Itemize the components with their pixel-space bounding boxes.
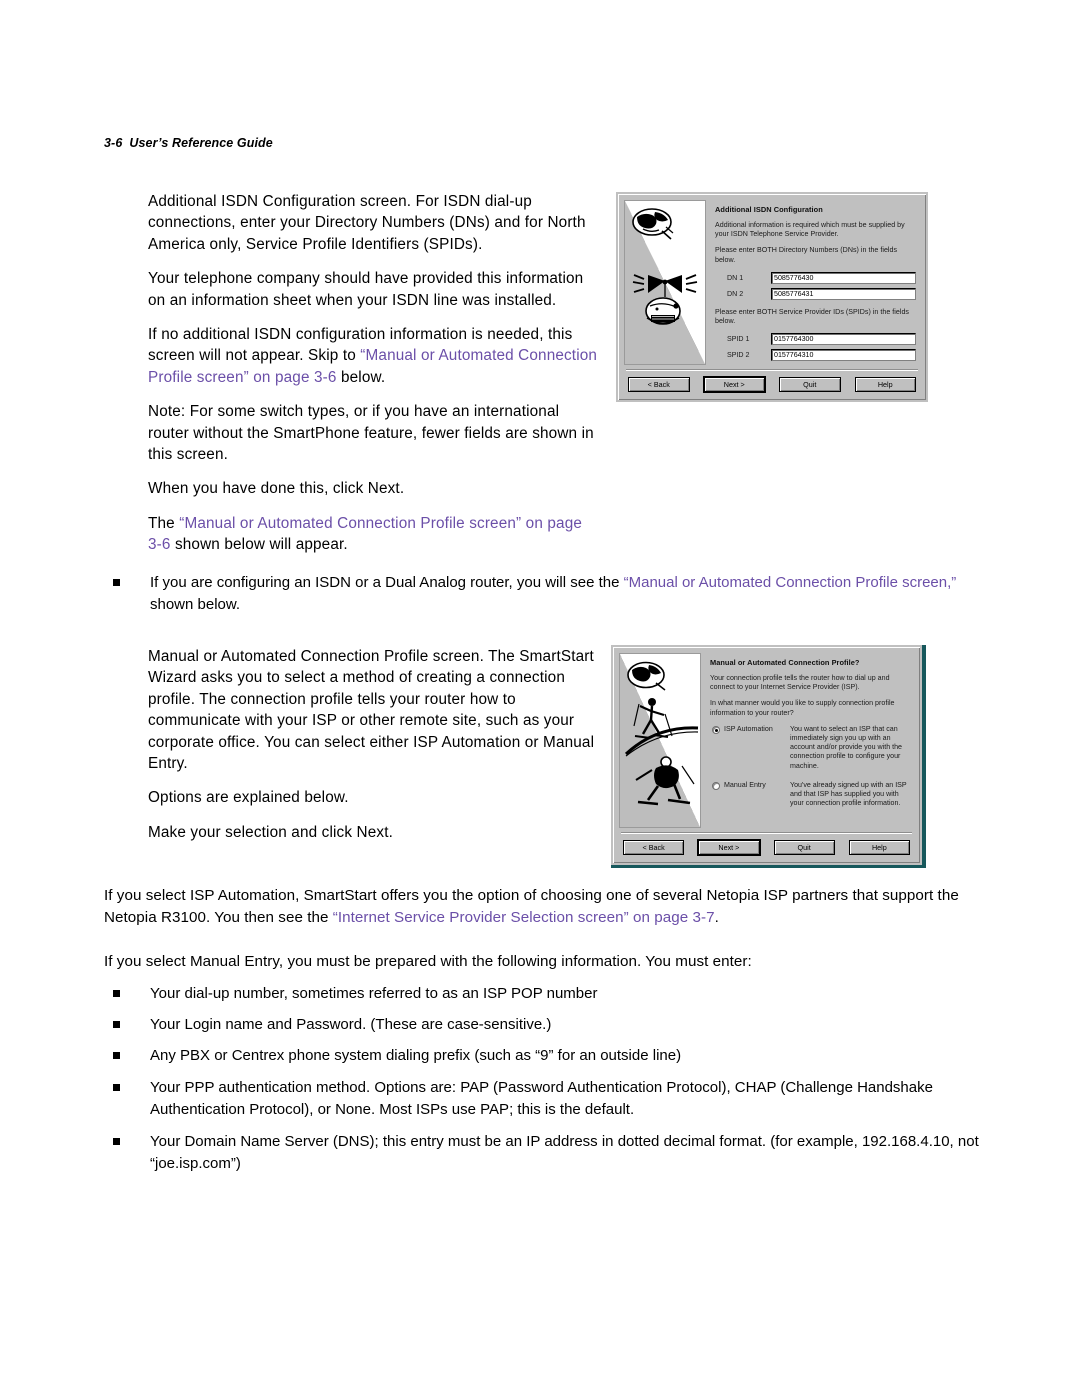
bullet-text: Your dial-up number, sometimes referred … — [150, 985, 598, 1002]
radio-manual-entry[interactable] — [712, 781, 720, 790]
radio-isp-automation[interactable] — [712, 725, 720, 734]
dn1-label: DN 1 — [727, 273, 744, 282]
dialog-content: Additional ISDN Configuration Additional… — [706, 200, 920, 365]
dialog-heading: Manual or Automated Connection Profile? — [710, 658, 860, 667]
paragraph-no-additional-config: If no additional ISDN configuration info… — [148, 324, 600, 388]
bullet-square-icon — [113, 579, 120, 586]
text-post: shown below will appear. — [170, 536, 348, 554]
back-button[interactable]: < Back — [628, 377, 690, 392]
bullet-square-icon — [113, 1052, 120, 1059]
dn2-row: DN 2 5085776431 — [715, 287, 916, 300]
paragraph-manual-entry-intro: If you select Manual Entry, you must be … — [104, 953, 752, 970]
option-label-group: ISP Automation — [710, 725, 786, 771]
cross-reference-link[interactable]: “Manual or Automated Connection Profile … — [624, 574, 957, 591]
paragraph-isdn-config: Additional ISDN Configuration screen. Fo… — [148, 193, 586, 253]
option-description: You want to select an ISP that can immed… — [790, 724, 902, 770]
bullet-square-icon — [113, 1084, 120, 1091]
bullet-square-icon — [113, 990, 120, 997]
paragraph-profile-screen-desc: Manual or Automated Connection Profile s… — [148, 648, 595, 773]
globe-ball-icon — [632, 208, 674, 240]
figure-connection-profile-dialog: Manual or Automated Connection Profile? … — [611, 645, 922, 865]
dialog-button-row: < Back Next > Quit Help — [619, 833, 914, 857]
option-label: Manual Entry — [724, 780, 766, 789]
quit-button[interactable]: Quit — [779, 377, 841, 392]
spid2-input[interactable]: 0157764310 — [771, 349, 916, 362]
spid1-input[interactable]: 0157764300 — [771, 333, 916, 346]
text-post: shown below. — [150, 595, 241, 613]
bullet-square-icon — [113, 1138, 120, 1145]
document-page: 3-6 User’s Reference Guide Additional ISD… — [0, 0, 1080, 1397]
option-label-group: Manual Entry — [710, 781, 786, 809]
list-item: Your PPP authentication method. Options … — [104, 1077, 984, 1120]
spid1-label: SPID 1 — [727, 335, 750, 344]
list-item: Your Login name and Password. (These are… — [104, 1014, 984, 1036]
dialog-intro-text: Additional information is required which… — [715, 221, 905, 239]
paragraph-screen-will-appear: The “Manual or Automated Connection Prof… — [148, 513, 600, 556]
wizard-illustration-panel — [624, 200, 706, 366]
list-item: Your dial-up number, sometimes referred … — [104, 983, 984, 1005]
bullet-text: Your Domain Name Server (DNS); this entr… — [150, 1133, 979, 1172]
paragraph-isp-automation: If you select ISP Automation, SmartStart… — [104, 885, 984, 929]
bowtie-character-icon — [632, 274, 698, 325]
next-button[interactable]: Next > — [703, 377, 765, 392]
bullet-text: Your Login name and Password. (These are… — [150, 1016, 552, 1033]
dn-prompt-text: Please enter BOTH Directory Numbers (DNs… — [715, 246, 898, 264]
skier-figures-icon — [624, 698, 699, 806]
list-item: Your Domain Name Server (DNS); this entr… — [104, 1131, 984, 1174]
spid2-row: SPID 2 0157764310 — [715, 349, 916, 362]
text-post: below. — [336, 368, 386, 386]
cross-reference-link[interactable]: “Internet Service Provider Selection scr… — [333, 909, 715, 926]
spid-prompt-text: Please enter BOTH Service Provider IDs (… — [715, 307, 909, 326]
bullet-text: Any PBX or Centrex phone system dialing … — [150, 1047, 682, 1064]
bullet-text: If you are configuring an ISDN or a Dual… — [150, 572, 984, 615]
paragraph-options-explained: Options are explained below. — [148, 789, 349, 807]
help-button[interactable]: Help — [848, 840, 910, 855]
next-button[interactable]: Next > — [698, 840, 760, 855]
guide-title: User’s Reference Guide — [129, 136, 273, 150]
figure-additional-isdn-configuration-dialog: Additional ISDN Configuration Additional… — [616, 192, 928, 402]
help-button[interactable]: Help — [854, 377, 916, 392]
bullet-square-icon — [113, 1021, 120, 1028]
back-button[interactable]: < Back — [623, 840, 685, 855]
dn1-input[interactable]: 5085776430 — [771, 271, 916, 284]
dn1-row: DN 1 5085776430 — [715, 271, 916, 284]
paragraph-click-next: When you have done this, click Next. — [148, 480, 405, 498]
dialog-button-row: < Back Next > Quit Help — [624, 370, 920, 394]
list-item: Any PBX or Centrex phone system dialing … — [104, 1045, 984, 1067]
wizard-illustration-panel — [619, 653, 701, 828]
quit-button[interactable]: Quit — [773, 840, 835, 855]
paragraph-telephone-company: Your telephone company should have provi… — [148, 270, 584, 309]
bullet-text: Your PPP authentication method. Options … — [150, 1079, 933, 1118]
text-pre: If you are configuring an ISDN or a Dual… — [150, 574, 624, 591]
dn2-label: DN 2 — [727, 289, 744, 298]
page-number: 3-6 — [104, 136, 123, 150]
body-column-middle: Manual or Automated Connection Profile s… — [148, 646, 600, 843]
page-header: 3-6 User’s Reference Guide — [104, 136, 273, 150]
option-isp-automation[interactable]: ISP Automation You want to select an ISP… — [710, 725, 910, 771]
spid2-label: SPID 2 — [727, 351, 750, 360]
globe-ball-icon — [627, 661, 666, 691]
dn2-input[interactable]: 5085776431 — [771, 287, 916, 300]
dialog-question-text: In what manner would you like to supply … — [710, 699, 895, 717]
option-description: You've already signed up with an ISP and… — [790, 780, 907, 808]
text-post: . — [714, 909, 719, 926]
body-column-top: Additional ISDN Configuration screen. Fo… — [148, 191, 600, 556]
paragraph-note-switch-types: Note: For some switch types, or if you h… — [148, 403, 594, 464]
text-pre: The — [148, 514, 180, 532]
bullet-dual-analog-router: If you are configuring an ISDN or a Dual… — [104, 572, 984, 615]
dialog-content: Manual or Automated Connection Profile? … — [701, 653, 914, 828]
option-label: ISP Automation — [724, 724, 773, 733]
option-manual-entry[interactable]: Manual Entry You've already signed up wi… — [710, 781, 910, 809]
paragraph-make-selection: Make your selection and click Next. — [148, 823, 394, 841]
dialog-intro-text: Your connection profile tells the router… — [710, 674, 890, 692]
dialog-heading: Additional ISDN Configuration — [715, 205, 823, 214]
spid1-row: SPID 1 0157764300 — [715, 333, 916, 346]
